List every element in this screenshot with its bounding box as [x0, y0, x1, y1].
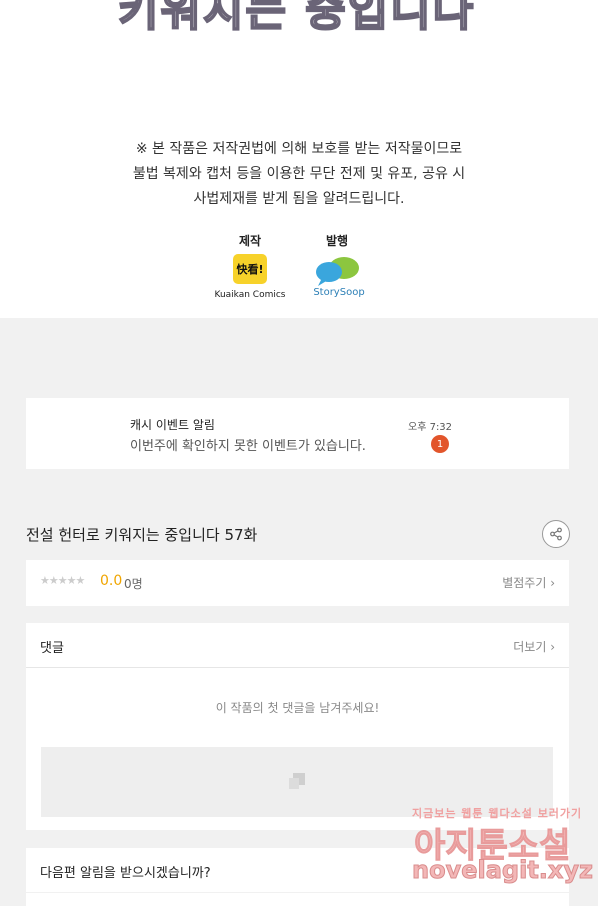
- notification-time: 오후 7:32: [408, 422, 453, 433]
- storysoop-name: StorySoop: [313, 287, 365, 298]
- share-button[interactable]: [542, 520, 570, 548]
- watermark-url: novelagit.xyz: [411, 856, 594, 885]
- comments-empty-message: 이 작품의 첫 댓글을 남겨주세요!: [215, 701, 380, 715]
- banner-title-text: 키워지는 중입니다: [117, 0, 476, 37]
- kuaikan-logo: 快看!: [233, 254, 267, 284]
- comments-heading: 댓글: [40, 641, 64, 656]
- kuaikan-name: Kuaikan Comics: [214, 290, 286, 300]
- next-card-partial: [26, 893, 569, 906]
- notification-body: 이번주에 확인하지 못한 이벤트가 있습니다.: [130, 439, 366, 454]
- share-icon: [550, 527, 562, 541]
- comments-section: 댓글 더보기 › 이 작품의 첫 댓글을 남겨주세요!: [26, 623, 569, 830]
- kuaikan-logo-text: 快看!: [236, 263, 264, 276]
- publisher-label: 발행: [325, 234, 349, 248]
- notification-count-badge: 1: [431, 435, 449, 453]
- rating-bar: ★★★★★ 0.0 0명 별점주기 ›: [26, 560, 569, 606]
- production-label: 제작: [238, 234, 262, 248]
- notification-title: 캐시 이벤트 알림: [130, 418, 215, 432]
- rate-button[interactable]: 별점주기 ›: [502, 574, 555, 591]
- rating-score: 0.0: [100, 573, 123, 589]
- storysoop-logo-icon: [316, 257, 359, 286]
- chapter-end-panel: 키워지는 중입니다 ※ 본 작품은 저작권법에 의해 보호를 받는 저작물이므로…: [0, 0, 598, 318]
- rating-stars-icon: ★★★★★: [40, 574, 85, 587]
- cash-event-notification[interactable]: 캐시 이벤트 알림 이번주에 확인하지 못한 이벤트가 있습니다. 오후 7:3…: [26, 398, 569, 469]
- comments-more-link[interactable]: 더보기 ›: [513, 638, 555, 655]
- copyright-notice-line-3: 사법제재를 받게 됨을 알려드립니다.: [193, 191, 405, 207]
- comment-placeholder-icon: [289, 773, 305, 789]
- next-episode-alert-question: 다음편 알림을 받으시겠습니까?: [40, 866, 211, 881]
- rating-count: 0명: [124, 577, 143, 591]
- comments-divider: [26, 667, 569, 668]
- episode-title: 전설 헌터로 키워지는 중입니다 57화: [26, 526, 258, 544]
